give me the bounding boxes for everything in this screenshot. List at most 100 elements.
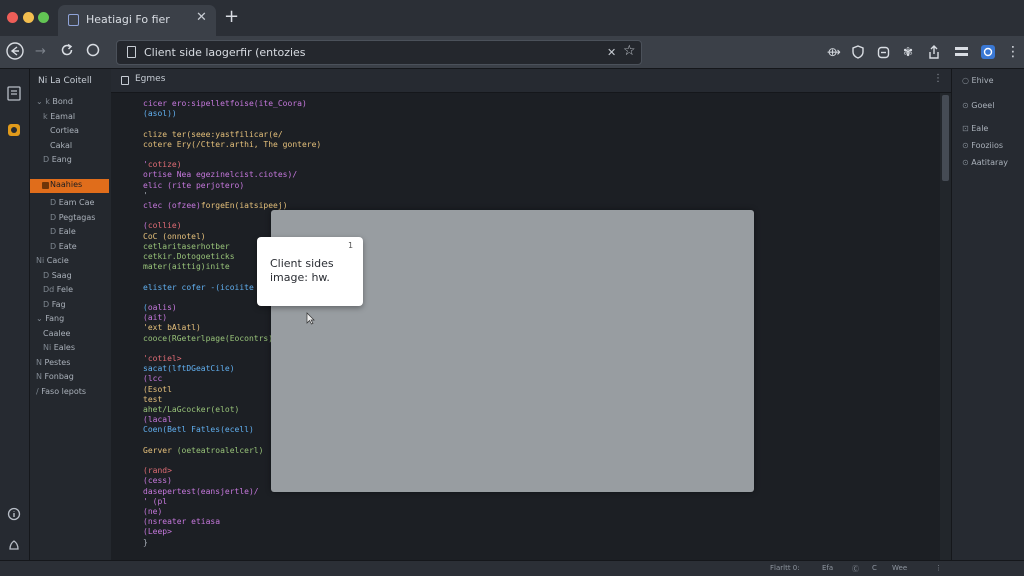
code-line[interactable]: mater(aittig)inite xyxy=(143,262,230,271)
code-line[interactable]: (lcc xyxy=(143,374,162,383)
code-line[interactable]: 'cotize) xyxy=(143,160,182,169)
tree-item[interactable]: ⌄ Fang xyxy=(36,312,64,325)
code-token: (rite perjotero) xyxy=(167,180,245,190)
code-line[interactable]: ' (pl xyxy=(143,497,167,506)
tree-item[interactable]: Ni Eales xyxy=(43,341,75,354)
share-icon[interactable] xyxy=(926,44,942,60)
address-text[interactable]: Client side laogerfir (entozies xyxy=(144,46,306,59)
code-line[interactable]: Gerver (oeteatroalelcerl) xyxy=(143,446,263,455)
tree-item[interactable]: Cortiea xyxy=(50,124,79,137)
code-line[interactable]: (oalis) xyxy=(143,303,177,312)
menu-lines-icon[interactable] xyxy=(953,44,969,60)
back-icon[interactable] xyxy=(6,42,24,64)
code-line[interactable]: (Leep> xyxy=(143,527,172,536)
outline-item[interactable]: ⊙ Fooziios xyxy=(962,141,1003,150)
scroll-thumb[interactable] xyxy=(942,95,949,181)
code-line[interactable]: 'cotiel> xyxy=(143,354,182,363)
editor-more-icon[interactable]: ⋮ xyxy=(933,73,943,84)
code-line[interactable]: (nsreater etiasa xyxy=(143,517,220,526)
page-info-icon[interactable] xyxy=(127,46,136,58)
puzzle-icon[interactable]: ✾ xyxy=(900,44,916,60)
new-tab-button[interactable]: + xyxy=(224,6,239,27)
code-line[interactable]: elic (rite perjotero) xyxy=(143,181,244,190)
tree-item[interactable]: N Fonbag xyxy=(36,370,74,383)
shield-icon[interactable] xyxy=(850,44,866,60)
code-line[interactable]: (rand> xyxy=(143,466,172,475)
tree-item[interactable]: Caalee xyxy=(43,327,70,340)
tree-item[interactable]: Cakal xyxy=(50,139,72,152)
code-line[interactable]: ahet/LaGcocker(elot) xyxy=(143,405,239,414)
tree-item[interactable]: D Saag xyxy=(43,269,72,282)
code-line[interactable]: clec (ofzee)forgeEn(iatsipeej) xyxy=(143,201,288,210)
tree-item[interactable]: ⌄ k Bond xyxy=(36,95,73,108)
tree-item-selected[interactable]: Naahies xyxy=(30,179,109,193)
code-line[interactable]: (ait) xyxy=(143,313,167,322)
outline-item-label: Ehive xyxy=(971,76,994,85)
profile-icon[interactable] xyxy=(980,44,996,60)
status-item[interactable]: C xyxy=(872,564,877,572)
tab-close-icon[interactable]: ✕ xyxy=(196,10,207,25)
code-line[interactable]: (Esotl xyxy=(143,385,172,394)
code-line[interactable]: cooce(RGeterlpage(Eocontrs) xyxy=(143,334,273,343)
browser-tab[interactable]: Heatiagi Fo fier ✕ xyxy=(58,5,216,36)
status-item[interactable]: Wee xyxy=(892,564,907,572)
outline-item[interactable]: ⊡ Eale xyxy=(962,124,988,133)
extension-icon[interactable]: ⟴ xyxy=(826,44,842,60)
code-line[interactable]: Coen(Betl Fatles(ecell) xyxy=(143,425,254,434)
code-line[interactable]: (collie) xyxy=(143,221,182,230)
window-close-button[interactable] xyxy=(7,12,18,23)
tree-item[interactable]: k Eamal xyxy=(43,110,75,123)
code-line[interactable]: } xyxy=(143,538,148,547)
code-line[interactable]: (lacal xyxy=(143,415,172,424)
collections-icon[interactable] xyxy=(875,44,891,60)
tree-item[interactable]: D Eate xyxy=(50,240,77,253)
status-item[interactable]: Flarltt 0: xyxy=(770,564,800,572)
bookmark-star-icon[interactable]: ☆ xyxy=(623,43,636,59)
more-menu-icon[interactable]: ⋮ xyxy=(1005,44,1021,60)
outline-item[interactable]: ⊙ Goeel xyxy=(962,101,994,110)
code-line[interactable]: elister cofer -(icoiite xyxy=(143,283,254,292)
files-icon[interactable] xyxy=(5,84,23,102)
tree-item[interactable]: D Fag xyxy=(43,298,66,311)
code-line[interactable]: (cess) xyxy=(143,476,172,485)
outline-item[interactable]: ⊙ Aatitaray xyxy=(962,158,1008,167)
info-icon[interactable] xyxy=(5,505,23,523)
code-line[interactable]: test xyxy=(143,395,162,404)
code-line[interactable]: CoC (onnotel) xyxy=(143,232,206,241)
tree-item[interactable]: D Eam Cae xyxy=(50,196,94,209)
tree-item[interactable]: D Pegtagas xyxy=(50,211,95,224)
home-icon[interactable] xyxy=(86,43,100,61)
code-line[interactable]: dasepertest(eansjertle)/ xyxy=(143,487,259,496)
account-icon[interactable] xyxy=(5,535,23,553)
reload-icon[interactable] xyxy=(60,43,74,61)
tree-item[interactable]: Ni Cacie xyxy=(36,254,69,267)
code-line[interactable]: cotere Ery(/Ctter.arthi, The gontere) xyxy=(143,140,321,149)
address-bar[interactable]: Client side laogerfir (entozies ✕ ☆ xyxy=(116,40,642,65)
tree-item[interactable]: D Eang xyxy=(43,153,72,166)
window-minimize-button[interactable] xyxy=(23,12,34,23)
tree-item[interactable]: Dd Fele xyxy=(43,283,73,296)
code-line[interactable]: (ne) xyxy=(143,507,162,516)
editor-scrollbar[interactable] xyxy=(940,93,951,560)
tree-item[interactable]: D Eale xyxy=(50,225,76,238)
code-line[interactable]: ' xyxy=(143,191,148,200)
code-line[interactable]: sacat(lftDGeatCile) xyxy=(143,364,235,373)
status-item[interactable]: ⋮ xyxy=(935,564,942,572)
status-item[interactable]: Efa xyxy=(822,564,833,572)
outline-item[interactable]: ○ Ehive xyxy=(962,76,994,85)
forward-icon[interactable]: → xyxy=(35,44,46,59)
code-line[interactable]: cetkir.Dotogoeticks xyxy=(143,252,235,261)
code-token: elic xyxy=(143,180,168,190)
tree-item[interactable]: / Faso lepots xyxy=(36,385,86,398)
status-item[interactable]: Ⓒ xyxy=(852,564,859,574)
code-line[interactable]: cetlaritaserhotber xyxy=(143,242,230,251)
window-maximize-button[interactable] xyxy=(38,12,49,23)
code-line[interactable]: cicer ero:sipelletfoise(ite_Coora) xyxy=(143,99,307,108)
tree-item[interactable]: N Pestes xyxy=(36,356,70,369)
code-line[interactable]: ortise Nea egezinelcist.ciotes)/ xyxy=(143,170,297,179)
code-line[interactable]: 'ext bAlatl) xyxy=(143,323,201,332)
clear-address-icon[interactable]: ✕ xyxy=(607,46,616,59)
code-line[interactable]: clize ter(seee:yastfilicar(e/ xyxy=(143,130,283,139)
code-line[interactable]: (asol)) xyxy=(143,109,177,118)
extensions-icon[interactable] xyxy=(5,121,23,139)
